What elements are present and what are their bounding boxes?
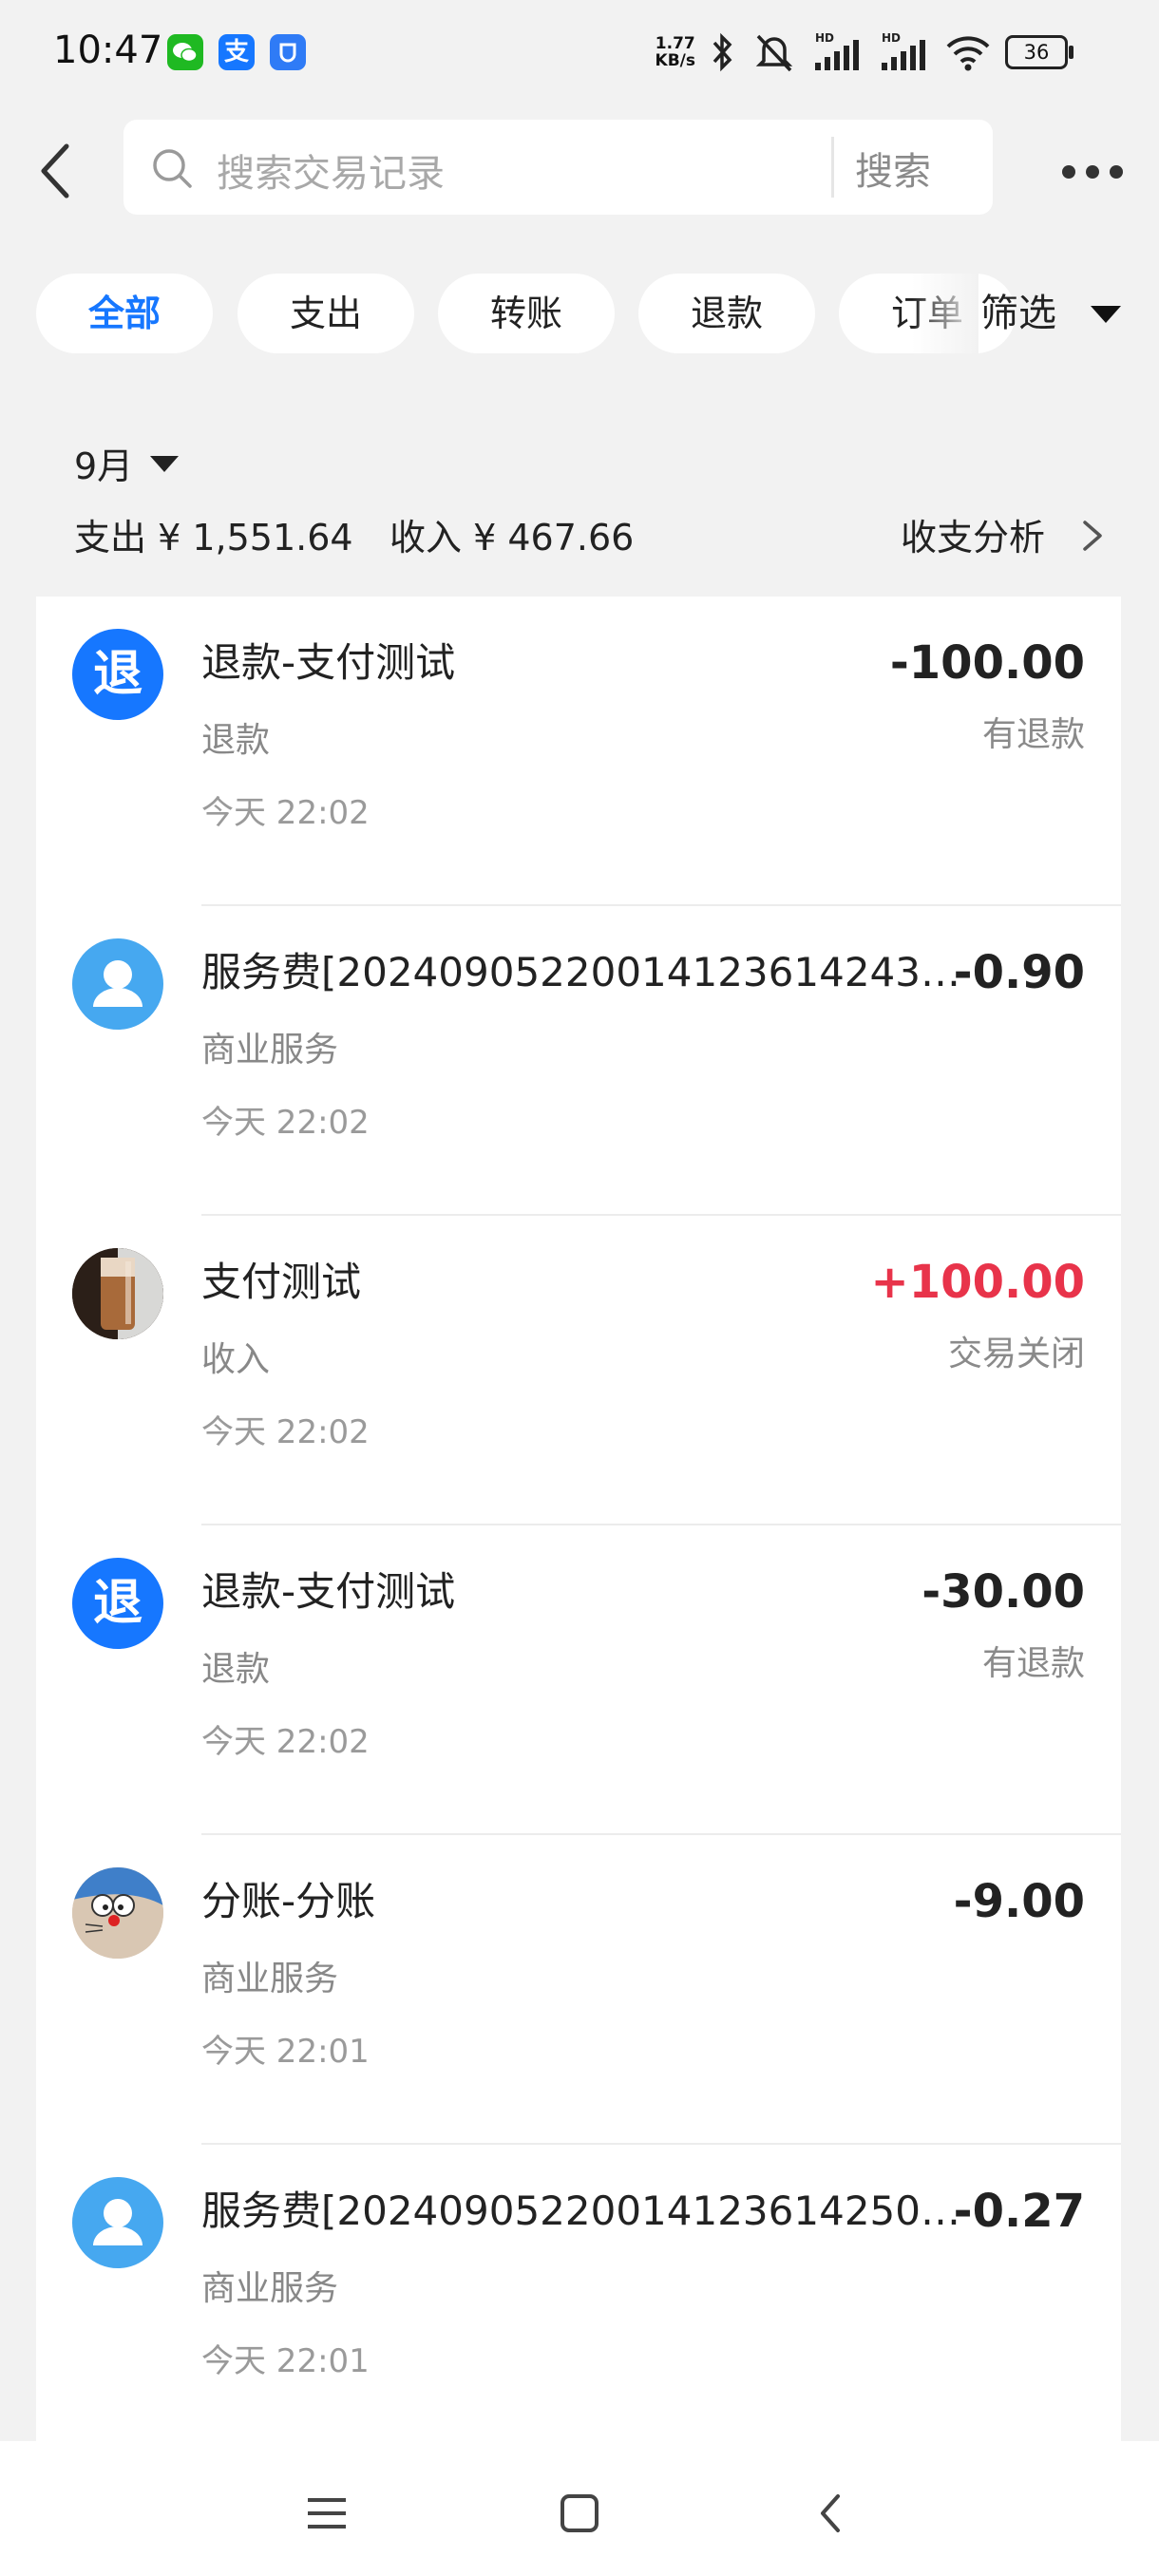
transaction-status: 有退款 [981, 1644, 1085, 1683]
transaction-title: 退款-支付测试 [201, 639, 456, 686]
transaction-category: 退款 [201, 721, 271, 760]
header: 搜索交易记录 搜索 [0, 104, 1159, 237]
transaction-list: 退 退款-支付测试 退款 今天 22:02 -100.00 有退款 服务费[20… [36, 597, 1121, 2441]
transaction-category: 收入 [201, 1340, 271, 1379]
transaction-row[interactable]: 服务费[2024090522001412361424397... 商业服务 今天… [36, 906, 1121, 1216]
search-divider [831, 137, 834, 198]
more-dot-icon [1062, 165, 1075, 179]
income-summary: 收入 ¥ 467.66 [390, 517, 635, 559]
transaction-amount: -0.90 [953, 946, 1085, 999]
search-button[interactable]: 搜索 [855, 141, 931, 196]
transaction-time: 今天 22:01 [201, 2342, 370, 2380]
chevron-right-icon[interactable] [1074, 515, 1112, 557]
battery-indicator: 36 [1005, 35, 1074, 69]
transaction-title: 退款-支付测试 [201, 1568, 456, 1615]
transaction-row[interactable]: 退 退款-支付测试 退款 今天 22:02 -30.00 有退款 [36, 1525, 1121, 1835]
transaction-row[interactable]: 支付测试 收入 今天 22:02 +100.00 交易关闭 [36, 1216, 1121, 1525]
chip-transfer[interactable]: 转账 [438, 274, 615, 353]
transaction-time: 今天 22:02 [201, 1413, 370, 1451]
transaction-amount: -9.00 [953, 1875, 1085, 1928]
more-dot-icon [1110, 165, 1123, 179]
filter-chip-bar: 全部 支出 转账 退款 订单 筛选 [0, 266, 1159, 361]
transaction-title: 服务费[2024090522001412361425068... [201, 2188, 961, 2234]
expense-summary: 支出 ¥ 1,551.64 [74, 517, 353, 559]
refund-icon: 退 [72, 629, 163, 720]
transaction-time: 今天 22:02 [201, 794, 370, 832]
search-input[interactable]: 搜索交易记录 搜索 [124, 120, 993, 215]
back-button[interactable] [30, 133, 87, 209]
transaction-category: 退款 [201, 1650, 271, 1689]
more-dot-icon [1086, 165, 1099, 179]
home-icon[interactable] [551, 2485, 608, 2542]
menu-icon[interactable] [298, 2485, 355, 2542]
user-icon [72, 938, 163, 1030]
transaction-title: 支付测试 [201, 1259, 362, 1305]
transaction-amount: -100.00 [889, 636, 1085, 690]
status-bar: 10:47 支 1.77 KB/s HD HD 36 [0, 0, 1159, 104]
transaction-status: 交易关闭 [947, 1335, 1085, 1373]
wifi-icon [946, 36, 990, 71]
transaction-time: 今天 22:01 [201, 2033, 370, 2071]
more-options-button[interactable] [1054, 158, 1130, 186]
transaction-amount: +100.00 [870, 1256, 1085, 1309]
mute-bell-icon [755, 34, 793, 72]
analysis-link[interactable]: 收支分析 [901, 508, 1045, 560]
transaction-category: 商业服务 [201, 2269, 339, 2308]
transaction-amount: -0.27 [953, 2185, 1085, 2238]
chip-expense[interactable]: 支出 [238, 274, 414, 353]
transaction-category: 商业服务 [201, 1960, 339, 1998]
chip-refund[interactable]: 退款 [638, 274, 815, 353]
bluetooth-icon [712, 32, 732, 72]
app-shield-icon [270, 34, 306, 70]
user-icon [72, 2177, 163, 2268]
transaction-amount: -30.00 [922, 1565, 1085, 1619]
refund-icon: 退 [72, 1558, 163, 1649]
transaction-title: 分账-分账 [201, 1878, 376, 1924]
net-speed: 1.77 KB/s [655, 34, 695, 70]
chevron-left-icon [41, 143, 69, 199]
chip-fade-overlay [912, 266, 978, 361]
transaction-time: 今天 22:02 [201, 1104, 370, 1142]
photo-avatar-cartoon [72, 1867, 163, 1959]
chip-all[interactable]: 全部 [36, 274, 213, 353]
transaction-time: 今天 22:02 [201, 1723, 370, 1761]
photo-avatar-cup [72, 1248, 163, 1339]
filter-button[interactable]: 筛选 [980, 274, 1056, 353]
month-selector[interactable]: 9月 [74, 437, 133, 489]
search-placeholder: 搜索交易记录 [217, 152, 445, 196]
transaction-title: 服务费[2024090522001412361424397... [201, 949, 961, 995]
alipay-icon: 支 [218, 34, 255, 70]
transaction-category: 商业服务 [201, 1031, 339, 1070]
svg-text:HD: HD [815, 31, 834, 45]
filter-dropdown-icon[interactable] [1091, 306, 1121, 323]
transaction-row[interactable]: 退 退款-支付测试 退款 今天 22:02 -100.00 有退款 [36, 597, 1121, 906]
month-dropdown-icon[interactable] [150, 456, 179, 472]
svg-text:HD: HD [882, 31, 901, 45]
search-icon [153, 149, 192, 188]
transaction-row[interactable]: 服务费[2024090522001412361425068... 商业服务 今天… [36, 2145, 1121, 2441]
wechat-icon [167, 34, 203, 70]
back-nav-icon[interactable] [804, 2485, 861, 2542]
transaction-row[interactable]: 分账-分账 商业服务 今天 22:01 -9.00 [36, 1835, 1121, 2145]
signal-hd-icon-1: HD [815, 31, 859, 70]
transaction-status: 有退款 [981, 715, 1085, 754]
signal-hd-icon-2: HD [882, 31, 925, 70]
status-time: 10:47 [53, 28, 163, 72]
system-navigation-bar [0, 2441, 1159, 2576]
